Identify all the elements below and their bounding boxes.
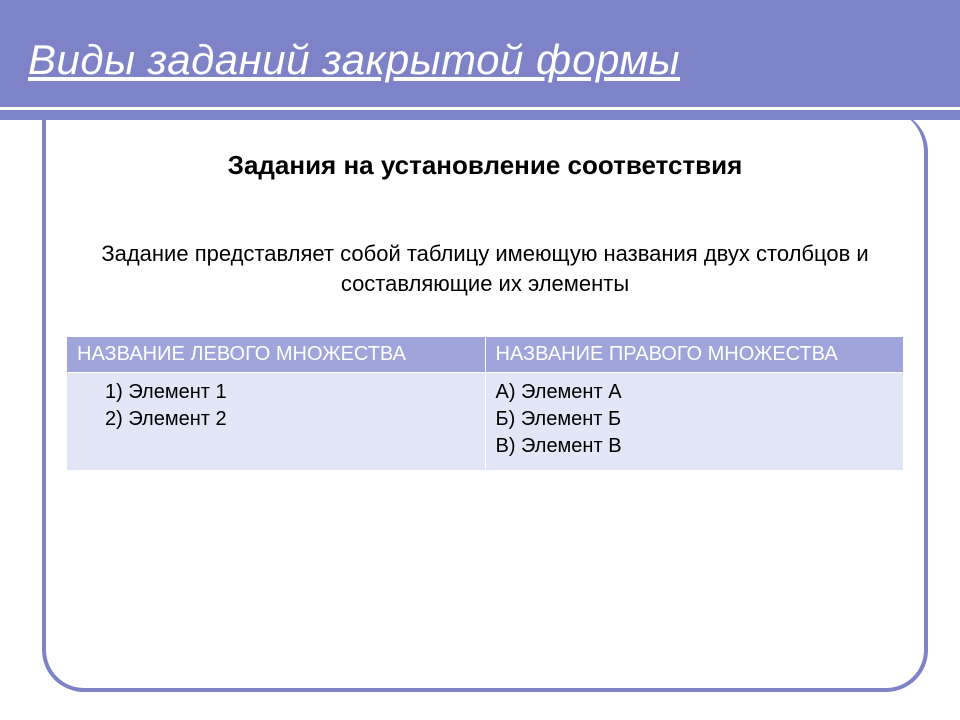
- content-inner: Задания на установление соответствия Зад…: [46, 150, 924, 471]
- content-frame: Задания на установление соответствия Зад…: [42, 110, 928, 692]
- list-item: 1) Элемент 1: [85, 379, 475, 406]
- list-item: Б) Элемент Б: [496, 406, 894, 433]
- table-row: 1) Элемент 1 2) Элемент 2 А) Элемент А Б…: [67, 373, 904, 471]
- right-list: А) Элемент А Б) Элемент Б В) Элемент В: [496, 379, 894, 460]
- table-header-right: НАЗВАНИЕ ПРАВОГО МНОЖЕСТВА: [485, 337, 904, 373]
- content-description: Задание представляет собой таблицу имеющ…: [66, 239, 904, 298]
- table-header-row: НАЗВАНИЕ ЛЕВОГО МНОЖЕСТВА НАЗВАНИЕ ПРАВО…: [67, 337, 904, 373]
- content-subtitle: Задания на установление соответствия: [66, 150, 904, 181]
- list-item: В) Элемент В: [496, 433, 894, 460]
- header-band: Виды заданий закрытой формы: [0, 0, 960, 120]
- list-item: 2) Элемент 2: [85, 406, 475, 433]
- left-list: 1) Элемент 1 2) Элемент 2: [77, 379, 475, 433]
- table-cell-right: А) Элемент А Б) Элемент Б В) Элемент В: [485, 373, 904, 471]
- table-cell-left: 1) Элемент 1 2) Элемент 2: [67, 373, 486, 471]
- list-item: А) Элемент А: [496, 379, 894, 406]
- page-title: Виды заданий закрытой формы: [28, 36, 680, 84]
- table-header-left: НАЗВАНИЕ ЛЕВОГО МНОЖЕСТВА: [67, 337, 486, 373]
- match-table: НАЗВАНИЕ ЛЕВОГО МНОЖЕСТВА НАЗВАНИЕ ПРАВО…: [66, 336, 904, 471]
